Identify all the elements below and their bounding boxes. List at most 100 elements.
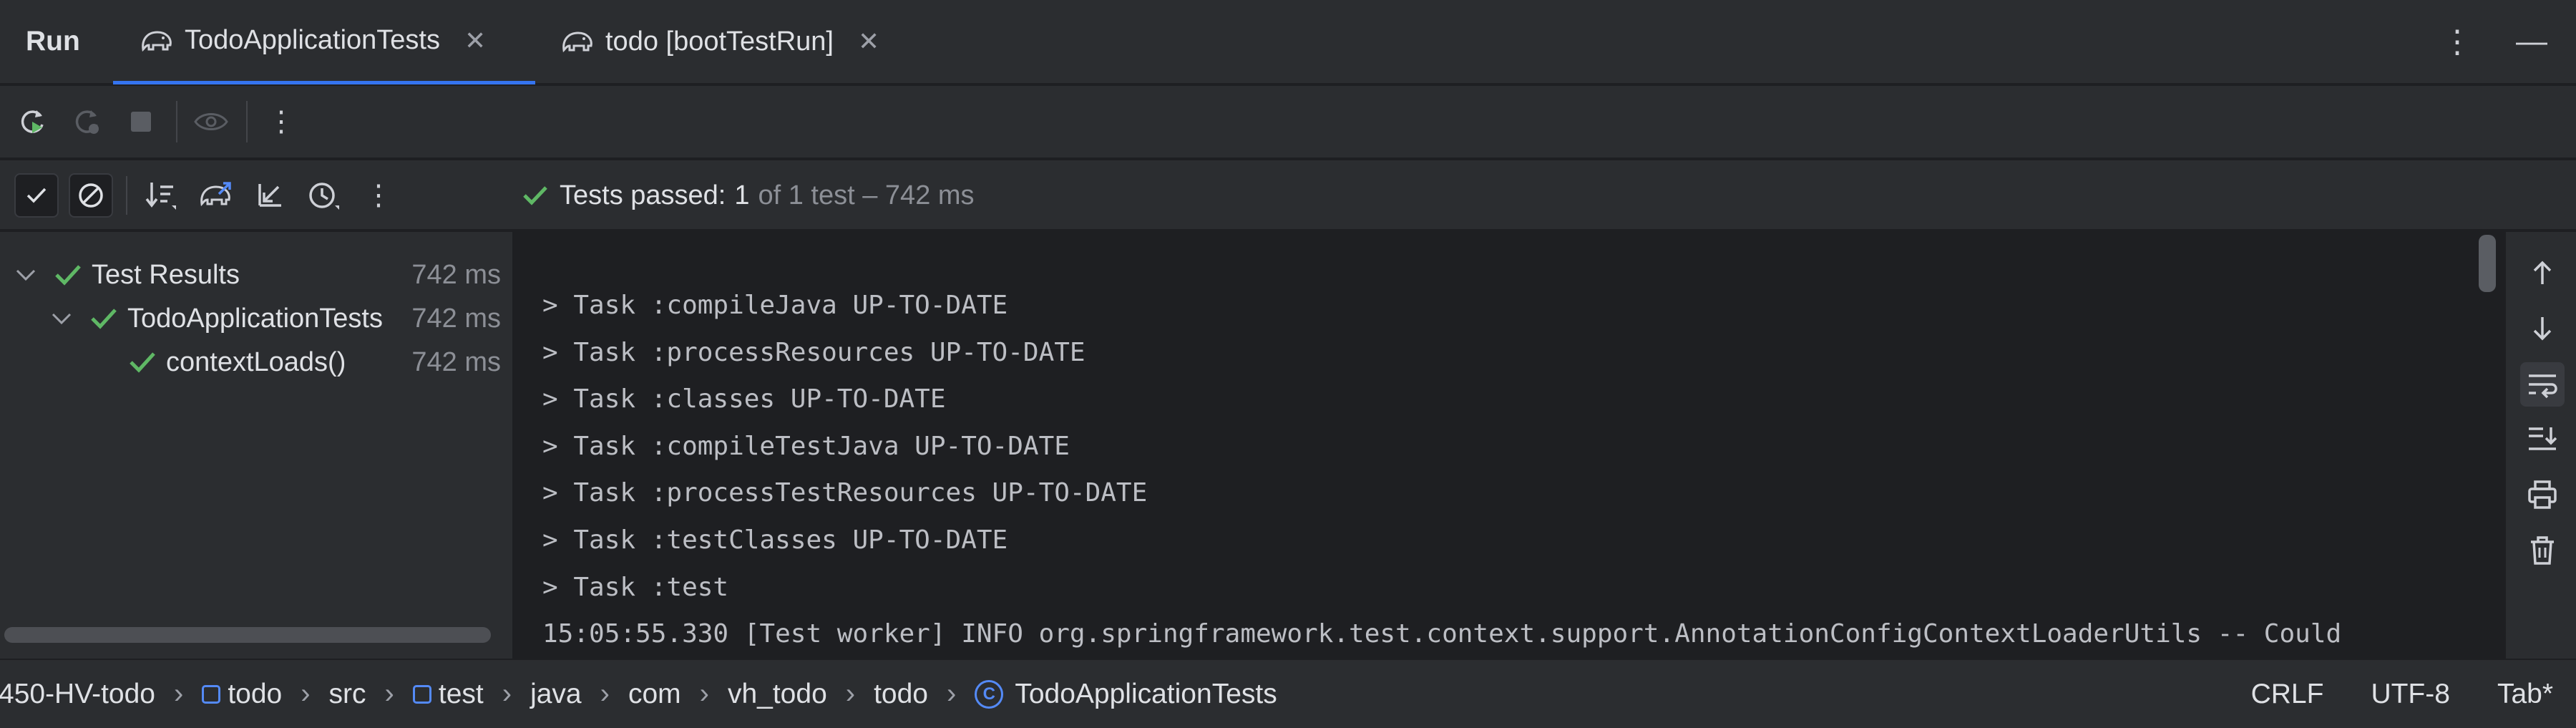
chevron-right-icon: › [173, 678, 184, 709]
gradle-import-icon [200, 182, 231, 207]
test-results-tree: Test Results 742 ms TodoApplicationTests… [0, 232, 514, 659]
indent-widget[interactable]: Tab* [2497, 679, 2553, 710]
import-tests-button[interactable] [193, 173, 238, 218]
stop-button[interactable] [119, 100, 163, 144]
breadcrumb-todo[interactable]: todo [874, 679, 928, 710]
clear-all-button[interactable] [2520, 528, 2565, 573]
tree-item-time: 742 ms [409, 303, 501, 334]
console-side-toolbar [2504, 232, 2576, 659]
status-bar: 450-HV-todo › todo › src › test › java ›… [0, 659, 2576, 728]
encoding-widget[interactable]: UTF-8 [2371, 679, 2450, 710]
tree-item-todo-application-tests[interactable]: TodoApplicationTests 742 ms [0, 297, 501, 340]
soft-wrap-icon [2529, 374, 2557, 399]
toolbar-divider [176, 101, 177, 142]
ignored-icon [79, 183, 103, 208]
scroll-up-button[interactable] [2520, 251, 2565, 295]
tree-item-time: 742 ms [411, 346, 501, 377]
toolbar-divider [246, 101, 248, 142]
status-suffix: of 1 test – 742 ms [758, 180, 975, 210]
printer-icon [2528, 480, 2557, 509]
gradle-elephant-icon [562, 31, 592, 53]
collapse-all-button[interactable] [248, 173, 292, 218]
show-passed-toggle[interactable] [14, 173, 59, 218]
more-vertical-icon: ⋮ [364, 180, 393, 211]
breadcrumb-com[interactable]: com [628, 679, 681, 710]
breadcrumb: 450-HV-todo › todo › src › test › java ›… [0, 660, 1277, 728]
breadcrumb-vh-todo[interactable]: vh_todo [728, 679, 827, 710]
tab-boot-test-run[interactable]: todo [bootTestRun] ✕ [560, 0, 917, 83]
breadcrumb-src[interactable]: src [329, 679, 366, 710]
close-tab-icon[interactable]: ✕ [858, 26, 879, 57]
tree-item-label: TodoApplicationTests [127, 303, 383, 334]
tab-label: todo [bootTestRun] [605, 26, 834, 57]
console-line: > Task :classes UP-TO-DATE [542, 384, 946, 414]
close-tab-icon[interactable]: ✕ [464, 26, 486, 56]
chevron-right-icon: › [947, 678, 957, 709]
arrow-down-icon [2533, 317, 2552, 341]
passed-check-icon [130, 352, 155, 373]
tree-item-time: 742 ms [411, 259, 501, 290]
tree-item-context-loads[interactable]: contextLoads() 742 ms [0, 341, 501, 384]
minimize-icon[interactable]: — [2516, 24, 2547, 59]
rerun-failed-icon [75, 110, 99, 134]
toggle-preview-button[interactable] [189, 100, 233, 144]
console-line: 15:05:55.330 [Test worker] INFO org.spri… [542, 619, 2342, 649]
chevron-right-icon: › [699, 678, 709, 709]
vertical-scrollbar[interactable] [2479, 235, 2496, 292]
console-output[interactable]: > Task :compileJava UP-TO-DATE > Task :p… [515, 232, 2504, 659]
chevron-right-icon: › [845, 678, 856, 709]
scroll-to-end-button[interactable] [2520, 417, 2565, 461]
chevron-right-icon: › [384, 678, 394, 709]
sort-button[interactable] [139, 173, 183, 218]
run-toolbar: ⋮ [0, 86, 2576, 159]
more-actions-button[interactable]: ⋮ [259, 100, 303, 144]
module-icon [412, 684, 431, 704]
more-vertical-icon: ⋮ [267, 106, 296, 137]
chevron-right-icon: › [301, 678, 311, 709]
console-line: > Task :compileJava UP-TO-DATE [542, 291, 1008, 320]
checkmark-icon [26, 188, 47, 203]
arrow-up-icon [2533, 261, 2552, 284]
line-separator-widget[interactable]: CRLF [2251, 679, 2324, 710]
breadcrumb-test-module[interactable]: test [412, 679, 484, 710]
breadcrumb-label: TodoApplicationTests [1015, 678, 1277, 709]
scroll-to-end-icon [2529, 427, 2557, 450]
breadcrumb-java[interactable]: java [530, 679, 582, 710]
sort-icon [145, 183, 176, 210]
more-test-actions-button[interactable]: ⋮ [356, 173, 401, 218]
test-status-summary: Tests passed: 1 of 1 test – 742 ms [521, 160, 975, 230]
tree-item-test-results[interactable]: Test Results 742 ms [0, 253, 501, 296]
test-toolbar: ⋮ Tests passed: 1 of 1 test – 742 ms [0, 160, 2576, 230]
history-button[interactable] [302, 173, 346, 218]
horizontal-scrollbar[interactable] [4, 627, 491, 643]
passed-check-icon [55, 265, 81, 286]
breadcrumb-class[interactable]: C TodoApplicationTests [975, 679, 1277, 710]
run-tool-window-header: Run TodoApplicationTests ✕ todo [bootTes… [0, 0, 2576, 84]
collapse-icon [258, 184, 281, 207]
console-line: > Task :processTestResources UP-TO-DATE [542, 478, 1148, 508]
eye-icon [194, 113, 228, 130]
status-prefix: Tests passed: [560, 180, 726, 210]
tab-todo-application-tests[interactable]: TodoApplicationTests ✕ [113, 0, 535, 84]
tab-label: TodoApplicationTests [185, 25, 440, 55]
breadcrumb-project[interactable]: 450-HV-todo [0, 679, 155, 710]
soft-wrap-button[interactable] [2520, 362, 2565, 407]
module-icon [202, 684, 221, 704]
scroll-down-button[interactable] [2520, 306, 2565, 351]
class-icon: C [975, 679, 1004, 709]
clock-icon [309, 183, 339, 210]
show-ignored-toggle[interactable] [69, 173, 113, 218]
chevron-down-icon[interactable] [49, 308, 74, 329]
console-line: > Task :compileTestJava UP-TO-DATE [542, 432, 1070, 461]
tree-item-label: contextLoads() [166, 346, 346, 377]
chevron-down-icon[interactable] [13, 264, 39, 286]
breadcrumb-module[interactable]: todo [202, 679, 282, 710]
rerun-button[interactable] [10, 100, 54, 144]
tree-item-label: Test Results [92, 259, 240, 290]
more-options-icon[interactable]: ⋮ [2441, 24, 2473, 60]
passed-check-icon [523, 186, 547, 205]
gradle-elephant-icon [142, 30, 172, 52]
rerun-failed-button[interactable] [64, 100, 109, 144]
trash-icon [2531, 536, 2554, 565]
print-button[interactable] [2520, 472, 2565, 517]
